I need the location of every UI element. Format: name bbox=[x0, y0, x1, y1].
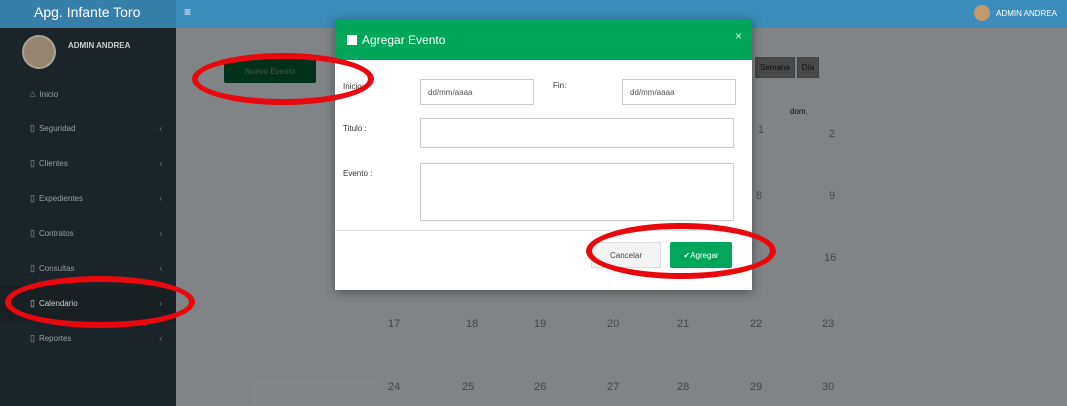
end-date-field[interactable]: dd/mm/aaaa bbox=[622, 79, 736, 105]
start-date-field[interactable]: dd/mm/aaaa bbox=[420, 79, 534, 105]
annotation-circle bbox=[586, 223, 776, 279]
sidebar-backdrop[interactable] bbox=[0, 28, 176, 406]
menu-toggle-icon[interactable]: ≡ bbox=[184, 5, 191, 19]
event-description-textarea[interactable] bbox=[420, 163, 734, 221]
title-input[interactable] bbox=[420, 118, 734, 148]
calendar-icon bbox=[347, 34, 357, 45]
modal-header: Agregar Evento bbox=[335, 19, 752, 60]
annotation-circle bbox=[5, 276, 195, 328]
annotation-circle bbox=[192, 53, 374, 105]
close-icon[interactable]: × bbox=[735, 29, 742, 43]
end-date-label: Fin: bbox=[553, 81, 567, 90]
top-user-name: ADMIN ANDREA bbox=[996, 8, 1057, 18]
modal-title: Agregar Evento bbox=[362, 32, 446, 47]
avatar bbox=[974, 5, 991, 21]
title-label: Titulo : bbox=[343, 124, 367, 133]
top-user-menu[interactable]: ADMIN ANDREA bbox=[974, 5, 1057, 21]
app-brand[interactable]: Apg. Infante Toro bbox=[0, 0, 176, 28]
event-label: Evento : bbox=[343, 169, 373, 178]
